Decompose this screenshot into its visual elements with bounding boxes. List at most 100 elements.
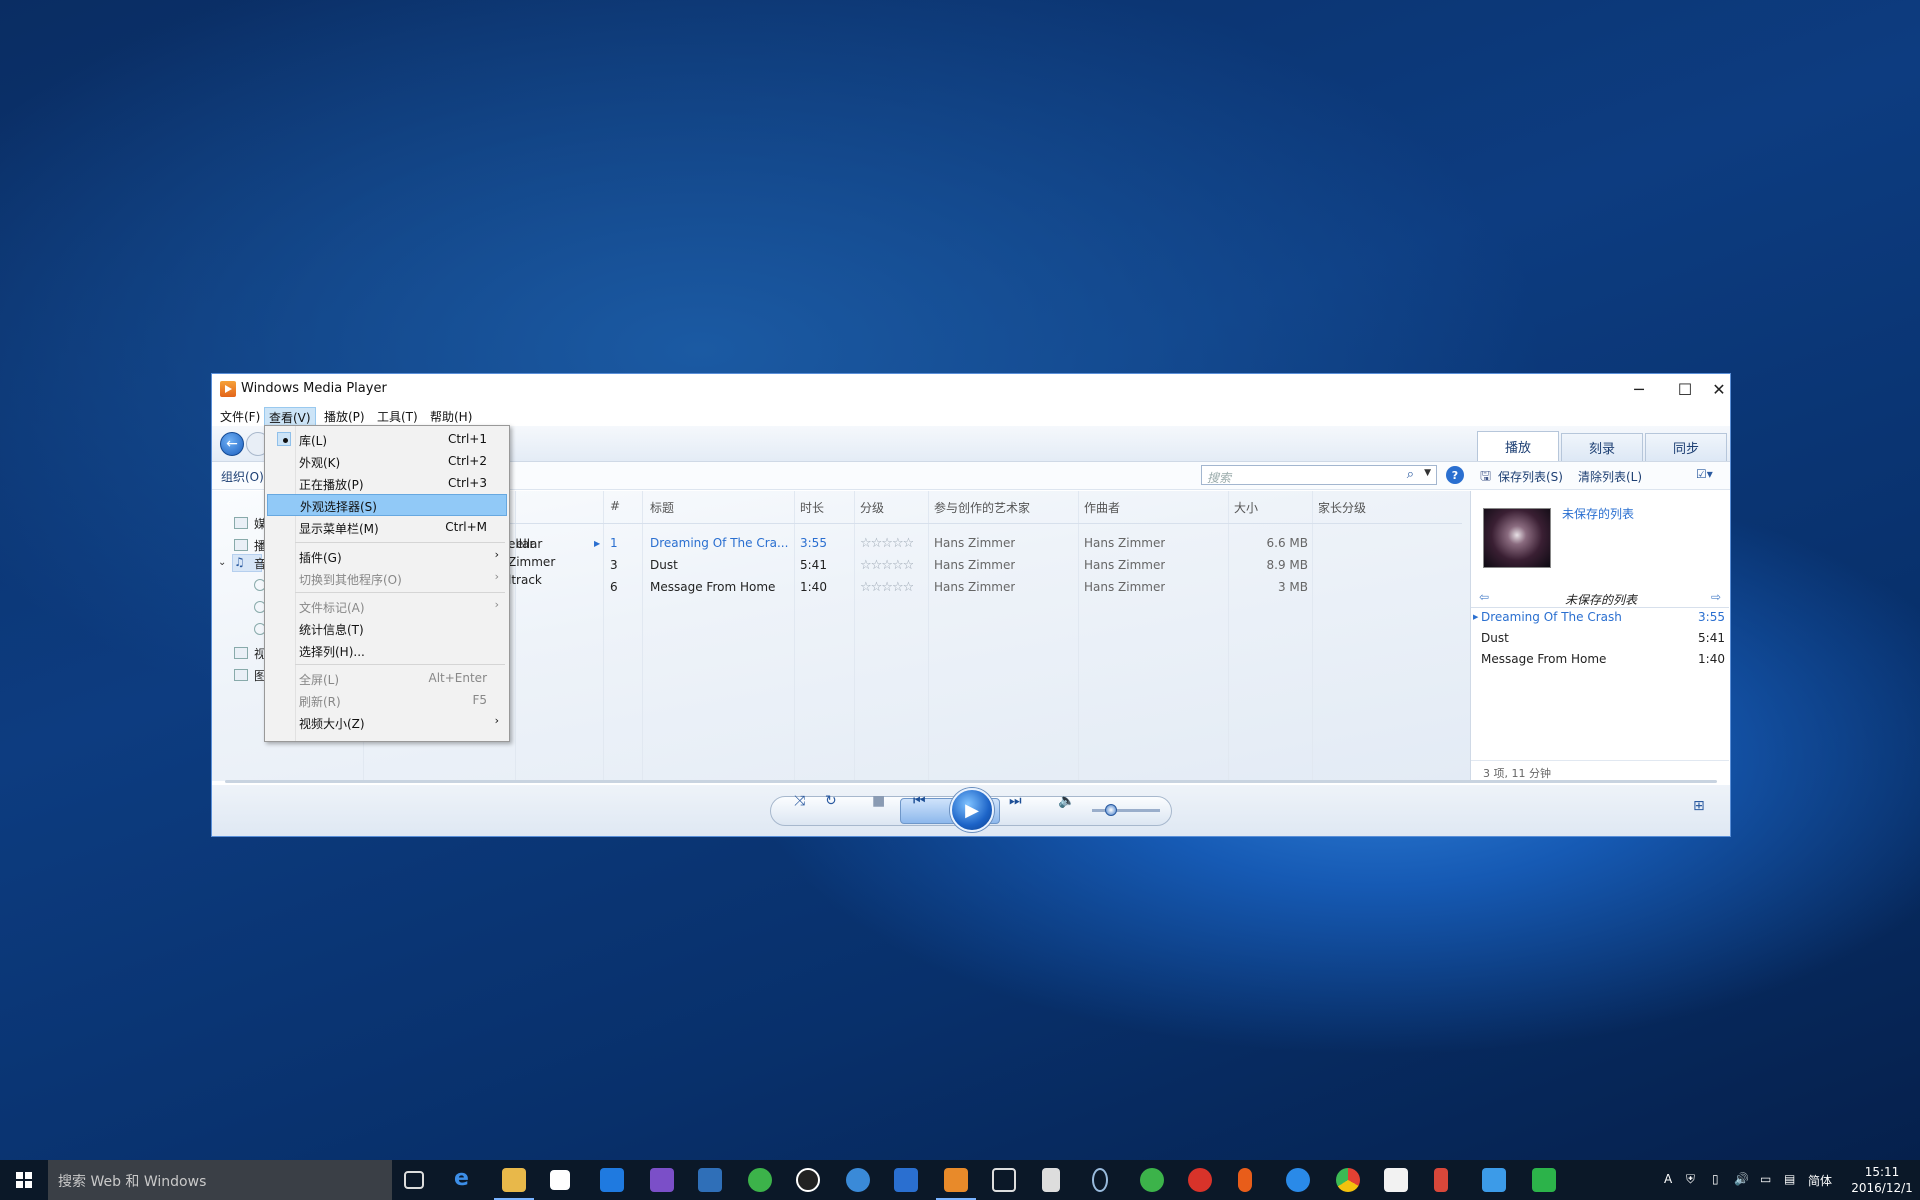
- chrome-icon[interactable]: [1336, 1168, 1360, 1192]
- shield-icon[interactable]: ⛨: [1686, 1172, 1695, 1187]
- menu-tools[interactable]: 工具(T): [373, 407, 422, 426]
- tab-play[interactable]: 播放: [1477, 431, 1559, 461]
- table-row[interactable]: ▶ 1 Dreaming Of The Cra... 3:55 ☆☆☆☆☆ Ha…: [594, 533, 1464, 555]
- table-row[interactable]: 6 Message From Home 1:40 ☆☆☆☆☆ Hans Zimm…: [604, 577, 1464, 599]
- menu-item-show-menu-bar[interactable]: 显示菜单栏(M) Ctrl+M: [267, 516, 507, 538]
- stop-button[interactable]: ■: [872, 793, 885, 809]
- file-explorer-icon[interactable]: [494, 1168, 534, 1200]
- previous-button[interactable]: ⏮: [913, 793, 926, 809]
- task-view-icon[interactable]: [404, 1171, 424, 1189]
- network-icon[interactable]: ▭: [1760, 1172, 1771, 1186]
- media-player-taskbar-icon[interactable]: [936, 1168, 976, 1200]
- organize-button[interactable]: 组织(O): [221, 468, 264, 485]
- search-icon[interactable]: ⌕: [1407, 467, 1414, 482]
- clock[interactable]: 15:11 2016/12/1: [1844, 1164, 1920, 1196]
- next-button[interactable]: ⏭: [1009, 793, 1022, 809]
- menu-play[interactable]: 播放(P): [320, 407, 369, 426]
- app-icon-1[interactable]: [600, 1168, 624, 1192]
- menu-item-file-markers[interactable]: 文件标记(A) ›: [267, 595, 507, 617]
- calculator-icon[interactable]: [1042, 1168, 1060, 1192]
- app-icon-3[interactable]: [846, 1168, 870, 1192]
- wechat-icon[interactable]: [748, 1168, 772, 1192]
- column-header-composer[interactable]: 作曲者: [1084, 499, 1120, 516]
- menu-file[interactable]: 文件(F): [216, 407, 264, 426]
- taskbar-search[interactable]: 搜索 Web 和 Windows: [48, 1160, 392, 1200]
- search-box[interactable]: 搜索 ⌕ ▼: [1201, 465, 1437, 485]
- start-button[interactable]: [0, 1160, 48, 1200]
- menu-help[interactable]: 帮助(H): [426, 407, 476, 426]
- column-header-artist[interactable]: 参与创作的艺术家: [934, 499, 1030, 516]
- shuffle-button[interactable]: ⤨: [794, 793, 805, 809]
- volume-icon[interactable]: 🔊: [1734, 1172, 1749, 1186]
- table-row[interactable]: 3 Dust 5:41 ☆☆☆☆☆ Hans Zimmer Hans Zimme…: [604, 555, 1464, 577]
- menu-item-refresh[interactable]: 刷新(R) F5: [267, 689, 507, 711]
- menu-item-plugins[interactable]: 插件(G) ›: [267, 545, 507, 567]
- play-button[interactable]: ▶: [950, 788, 994, 832]
- column-header-number[interactable]: #: [610, 499, 620, 513]
- column-header-length[interactable]: 时长: [800, 499, 824, 516]
- usb-icon[interactable]: [1434, 1168, 1448, 1192]
- minimize-button[interactable]: ─: [1616, 374, 1662, 404]
- back-button[interactable]: ←: [220, 432, 244, 456]
- app-icon-9[interactable]: [1532, 1168, 1556, 1192]
- arrow-left-icon[interactable]: ⇦: [1479, 590, 1489, 604]
- help-icon[interactable]: ?: [1446, 466, 1464, 484]
- mute-button[interactable]: 🔈: [1058, 793, 1075, 809]
- column-header-parental-rating[interactable]: 家长分级: [1318, 499, 1366, 516]
- track-title: Dreaming Of The Cra...: [650, 536, 789, 550]
- save-icon: 🖫: [1480, 469, 1492, 484]
- menu-item-statistics[interactable]: 统计信息(T): [267, 617, 507, 639]
- track-rating[interactable]: ☆☆☆☆☆: [860, 580, 913, 595]
- column-header-title[interactable]: 标题: [650, 499, 674, 516]
- menu-item-skin[interactable]: 外观(K) Ctrl+2: [267, 450, 507, 472]
- app-icon-6[interactable]: [1286, 1168, 1310, 1192]
- app-icon-5[interactable]: [1140, 1168, 1164, 1192]
- store-icon[interactable]: [550, 1170, 570, 1190]
- qq-icon[interactable]: [796, 1168, 820, 1192]
- taskbar: 搜索 Web 和 Windows e A ⛨ ▯ 🔊 ▭ ▤ 简体 15:11 …: [0, 1160, 1920, 1200]
- menu-item-label: 刷新(R): [299, 695, 341, 709]
- app-icon-7[interactable]: [1384, 1168, 1408, 1192]
- column-header-size[interactable]: 大小: [1234, 499, 1258, 516]
- netease-music-icon[interactable]: [1188, 1168, 1212, 1192]
- microphone-icon[interactable]: [1238, 1168, 1252, 1192]
- volume-slider-thumb[interactable]: [1105, 804, 1117, 816]
- maximize-button[interactable]: ☐: [1662, 374, 1708, 404]
- menu-item-video-size[interactable]: 视频大小(Z) ›: [267, 711, 507, 733]
- battery-icon[interactable]: ▯: [1712, 1172, 1719, 1186]
- notification-icon[interactable]: ▤: [1784, 1172, 1795, 1186]
- menu-item-library[interactable]: 库(L) Ctrl+1: [267, 428, 507, 450]
- menu-item-choose-columns[interactable]: 选择列(H)...: [267, 639, 507, 661]
- tray-icon-a[interactable]: A: [1664, 1172, 1672, 1186]
- clear-list-button[interactable]: 清除列表(L): [1578, 468, 1642, 485]
- app-icon-8[interactable]: [1482, 1168, 1506, 1192]
- tab-burn[interactable]: 刻录: [1561, 433, 1643, 461]
- menu-item-full-screen[interactable]: 全屏(L) Alt+Enter: [267, 667, 507, 689]
- chevron-down-icon[interactable]: ▼: [1424, 468, 1431, 478]
- app-icon-2[interactable]: [698, 1168, 722, 1192]
- save-list-button[interactable]: 保存列表(S): [1498, 468, 1563, 485]
- list-options-icon[interactable]: ☑▾: [1696, 467, 1713, 481]
- volume-slider[interactable]: [1092, 809, 1160, 812]
- track-artist: Hans Zimmer: [934, 558, 1016, 572]
- visual-studio-icon[interactable]: [650, 1168, 674, 1192]
- seek-bar[interactable]: [225, 780, 1717, 783]
- ime-indicator[interactable]: 简体: [1808, 1172, 1832, 1189]
- repeat-button[interactable]: ↻: [825, 793, 837, 809]
- track-rating[interactable]: ☆☆☆☆☆: [860, 558, 913, 573]
- menu-item-now-playing[interactable]: 正在播放(P) Ctrl+3: [267, 472, 507, 494]
- expand-icon[interactable]: ⌄: [218, 557, 226, 568]
- drop-icon[interactable]: [1092, 1168, 1108, 1192]
- switch-to-now-playing-button[interactable]: ⊞: [1693, 798, 1705, 814]
- tab-sync[interactable]: 同步: [1645, 433, 1727, 461]
- close-button[interactable]: ✕: [1708, 374, 1730, 404]
- playlist-title-link[interactable]: 未保存的列表: [1562, 505, 1634, 522]
- column-header-rating[interactable]: 分级: [860, 499, 884, 516]
- arrow-right-icon[interactable]: ⇨: [1711, 590, 1721, 604]
- menu-item-switch-program[interactable]: 切换到其他程序(O) ›: [267, 567, 507, 589]
- app-icon-4[interactable]: [894, 1168, 918, 1192]
- track-rating[interactable]: ☆☆☆☆☆: [860, 536, 913, 551]
- menu-item-skin-chooser[interactable]: 外观选择器(S): [267, 494, 507, 516]
- edge-icon[interactable]: e: [454, 1166, 478, 1191]
- devices-icon[interactable]: [992, 1168, 1016, 1192]
